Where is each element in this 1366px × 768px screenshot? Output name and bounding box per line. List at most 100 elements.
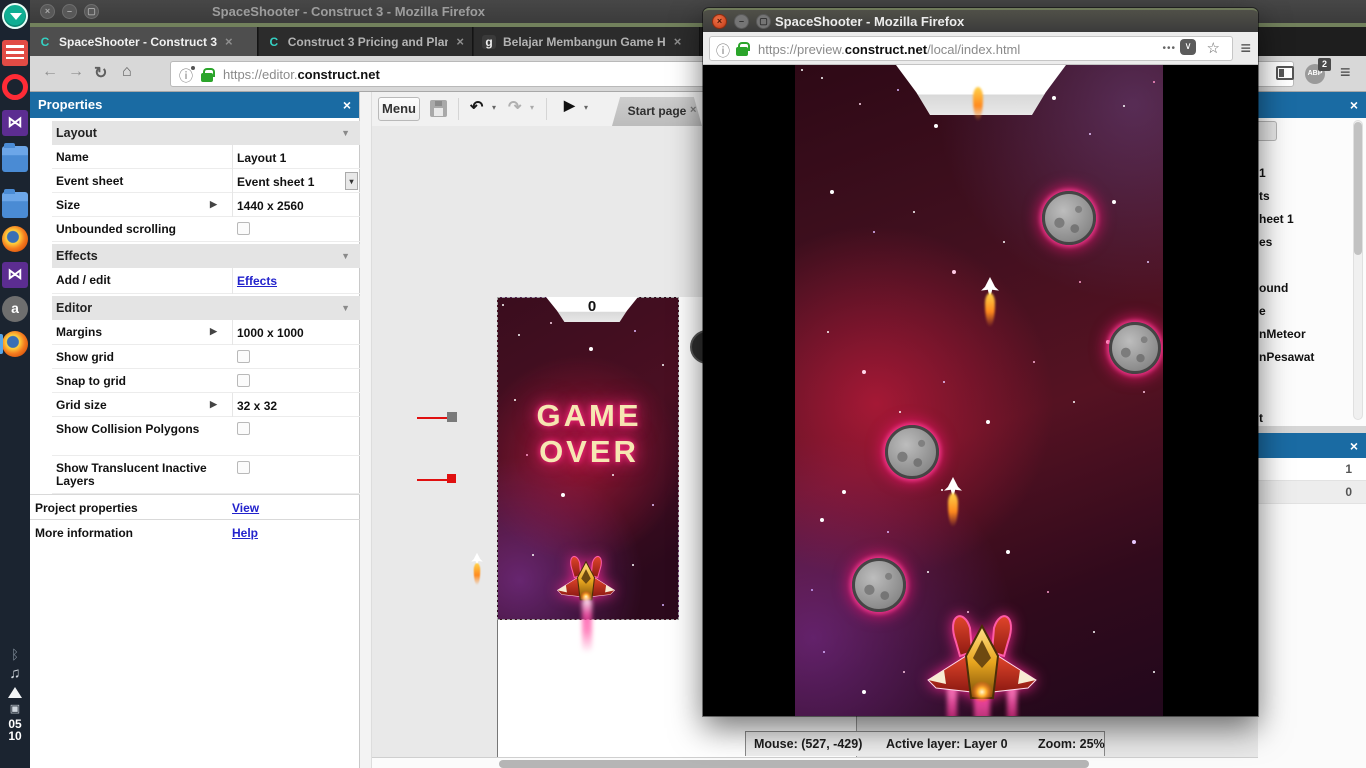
tab-close-icon[interactable]: × [456,34,464,49]
gray-handle-marker[interactable] [447,412,457,422]
bookmark-star-icon[interactable]: ☆ [1207,39,1220,57]
tree-item-partial[interactable]: nPesawat [1259,350,1314,364]
tab-pricing[interactable]: C Construct 3 Pricing and Plan × [259,27,473,56]
project-scrollbar[interactable] [1353,120,1363,420]
tab-spaceshooter[interactable]: C SpaceShooter - Construct 3 × [30,27,258,56]
instance-value-row[interactable]: 0 [1258,481,1366,504]
reload-icon[interactable]: ↻ [94,63,107,83]
undo-dropdown-icon[interactable]: ▾ [492,103,496,112]
collapse-icon[interactable]: ▼ [341,296,350,320]
app-launcher-icon[interactable] [2,3,28,29]
save-icon[interactable] [430,100,447,117]
minimize-window-button[interactable]: – [734,14,749,29]
section-layout[interactable]: Layout ▼ [52,121,360,145]
tab-close-icon[interactable]: × [225,34,233,49]
project-tree[interactable]: 1 ts heet 1 es ound e nMeteor nPesawat t [1258,118,1366,426]
close-icon[interactable]: × [1350,92,1358,118]
checkbox[interactable] [237,374,250,387]
archive-app-icon[interactable]: a [2,296,28,322]
sidebar-toggle-icon[interactable] [1276,66,1294,80]
url-bar[interactable]: ⓘ https://preview.construct.net/local/in… [709,36,1233,61]
checkbox[interactable] [237,461,250,474]
back-icon[interactable]: ← [42,63,58,81]
minimize-window-button[interactable]: – [62,4,77,19]
firefox-active-icon[interactable] [2,331,28,357]
file-manager-icon[interactable] [2,192,28,218]
expander-icon[interactable]: ▶ [210,399,217,410]
tab-belajar[interactable]: g Belajar Membangun Game H × [474,27,700,56]
start-page-tab[interactable]: Start page [612,97,702,126]
background-sprite[interactable]: 0 GAME OVER [497,297,679,620]
section-editor[interactable]: Editor ▼ [52,296,360,320]
view-link[interactable]: View [232,501,259,515]
checkbox[interactable] [237,350,250,363]
presentation-app-icon[interactable] [2,40,28,66]
battery-icon[interactable]: ▣ [0,702,30,715]
firefox-icon[interactable] [2,226,28,252]
property-value[interactable]: Event sheet 1 [232,169,360,193]
flame-sprite[interactable] [471,553,483,586]
undo-icon[interactable]: ↶ [470,97,483,117]
close-icon[interactable]: × [343,92,351,118]
collapse-icon[interactable]: ▼ [341,121,350,145]
player-ship-sprite[interactable] [554,550,618,603]
properties-panel-header[interactable]: Properties [30,92,359,118]
forward-icon[interactable]: → [68,63,84,81]
hamburger-menu-icon[interactable]: ≡ [1240,38,1251,59]
game-canvas[interactable] [795,65,1163,716]
menu-button[interactable]: Menu [378,97,420,121]
close-icon[interactable]: × [1350,433,1358,459]
horizontal-scrollbar[interactable] [372,757,1366,768]
tree-item-partial[interactable]: 1 [1259,166,1266,180]
play-dropdown-icon[interactable]: ▾ [584,103,588,112]
checkbox[interactable] [237,222,250,235]
home-icon[interactable]: ⌂ [122,63,132,81]
wifi-icon[interactable] [8,687,22,698]
redo-dropdown-icon[interactable]: ▾ [530,103,534,112]
property-value[interactable]: Layout 1 [232,145,360,169]
tree-item-partial[interactable]: ound [1259,281,1288,295]
page-actions-icon[interactable]: ••• [1162,43,1176,54]
property-value[interactable]: 1440 x 2560 [232,193,360,217]
properties-scrollbar[interactable] [360,92,372,768]
opera-browser-icon[interactable] [2,74,28,100]
tree-item-partial[interactable]: nMeteor [1259,327,1306,341]
file-manager-icon[interactable] [2,146,28,172]
tab-close-icon[interactable]: × [674,34,682,49]
property-value[interactable]: 32 x 32 [232,393,360,417]
help-link[interactable]: Help [232,526,258,540]
effects-link[interactable]: Effects [232,268,360,294]
close-window-button[interactable]: × [40,4,55,19]
tree-item-partial[interactable]: e [1259,304,1266,318]
music-icon[interactable]: ♫ [0,665,30,682]
maximize-window-button[interactable]: ▢ [84,4,99,19]
bluetooth-icon[interactable]: ᛒ [0,647,30,662]
visual-studio-icon[interactable]: ⋈ [2,110,28,136]
search-box-partial[interactable] [1258,121,1277,141]
scrollbar-thumb[interactable] [1354,122,1362,255]
section-effects[interactable]: Effects ▼ [52,244,360,268]
collapse-icon[interactable]: ▼ [341,244,350,268]
site-info-icon[interactable]: ⓘ [716,41,730,61]
start-page-close-icon[interactable]: × [690,104,696,116]
visual-studio-icon[interactable]: ⋈ [2,262,28,288]
close-window-button[interactable]: × [712,14,727,29]
tree-item-partial[interactable]: ts [1259,189,1270,203]
scrollbar-thumb[interactable] [499,760,1089,768]
pocket-icon[interactable]: ∨ [1180,39,1196,55]
red-handle-marker[interactable] [447,474,456,483]
hamburger-menu-icon[interactable]: ≡ [1340,62,1351,83]
tree-item-partial[interactable]: t [1259,411,1263,425]
tree-item-partial[interactable]: heet 1 [1259,212,1294,226]
expander-icon[interactable]: ▶ [210,199,217,210]
property-value[interactable]: 1000 x 1000 [232,320,360,345]
redo-icon[interactable]: ↷ [508,97,521,117]
tree-item-partial[interactable]: es [1259,235,1272,249]
instance-value-row[interactable]: 1 [1258,458,1366,481]
expander-icon[interactable]: ▶ [210,326,217,337]
play-icon[interactable]: ▶ [564,97,575,114]
panel-resize-gutter[interactable] [1258,426,1366,433]
maximize-window-button[interactable]: ▢ [756,14,771,29]
dropdown-icon[interactable]: ▾ [345,172,358,190]
preview-titlebar[interactable]: × – ▢ SpaceShooter - Mozilla Firefox [703,8,1258,32]
